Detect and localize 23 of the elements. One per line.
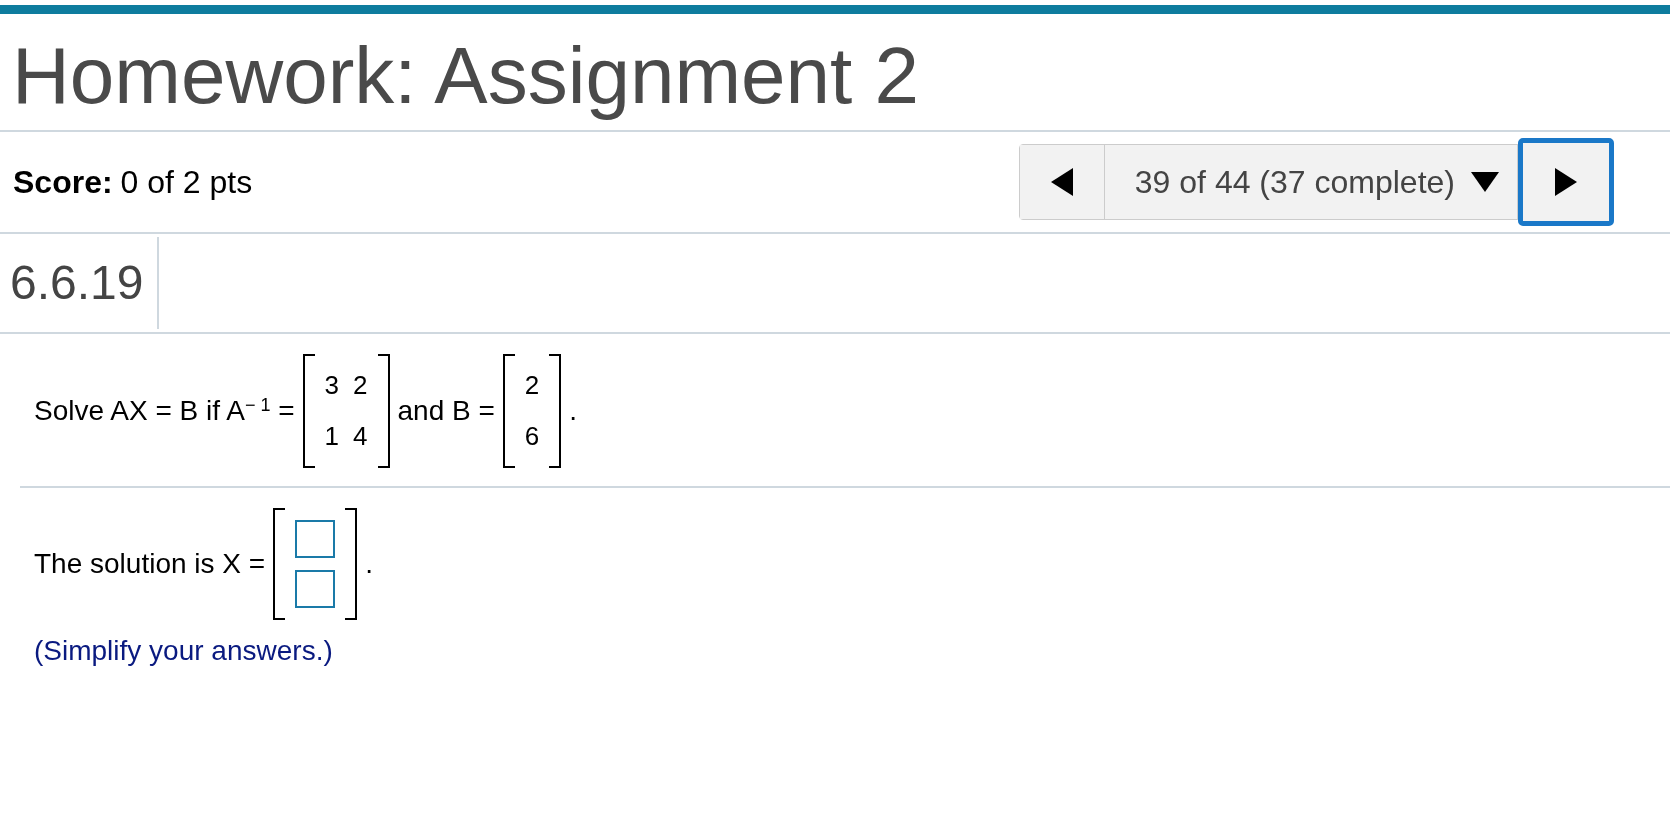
matrix-entry: 3 — [324, 369, 340, 402]
score-value: 0 of 2 pts — [120, 163, 253, 202]
matrix-entry: 2 — [353, 369, 368, 402]
matrix-entry: 1 — [324, 420, 340, 453]
score-label: Score: — [13, 163, 113, 202]
next-button[interactable] — [1518, 138, 1614, 226]
matrix-entry: 6 — [524, 420, 540, 453]
right-triangle-icon — [1555, 168, 1577, 196]
question-text: Solve AX = B if A$^{− 1}$ = — [34, 394, 295, 428]
matrix-entry: 4 — [353, 420, 368, 453]
question-text: and B = — [397, 394, 495, 428]
instruction-text: (Simplify your answers.) — [33, 634, 334, 668]
left-triangle-icon — [1050, 168, 1073, 196]
problem-number: 6.6.19 — [0, 237, 160, 329]
period-text: . — [365, 547, 373, 581]
period-text: . — [569, 394, 578, 428]
matrix-entry: 2 — [524, 369, 540, 402]
answer-field[interactable] — [295, 570, 336, 608]
caret-icon — [1471, 172, 1499, 192]
answer-prompt: The solution is X = — [34, 547, 266, 581]
page-title: Homework: Assignment 2 — [11, 30, 921, 122]
question-selector[interactable]: 39 of 44 (37 complete) — [1103, 145, 1518, 219]
answer-field[interactable] — [295, 520, 336, 558]
